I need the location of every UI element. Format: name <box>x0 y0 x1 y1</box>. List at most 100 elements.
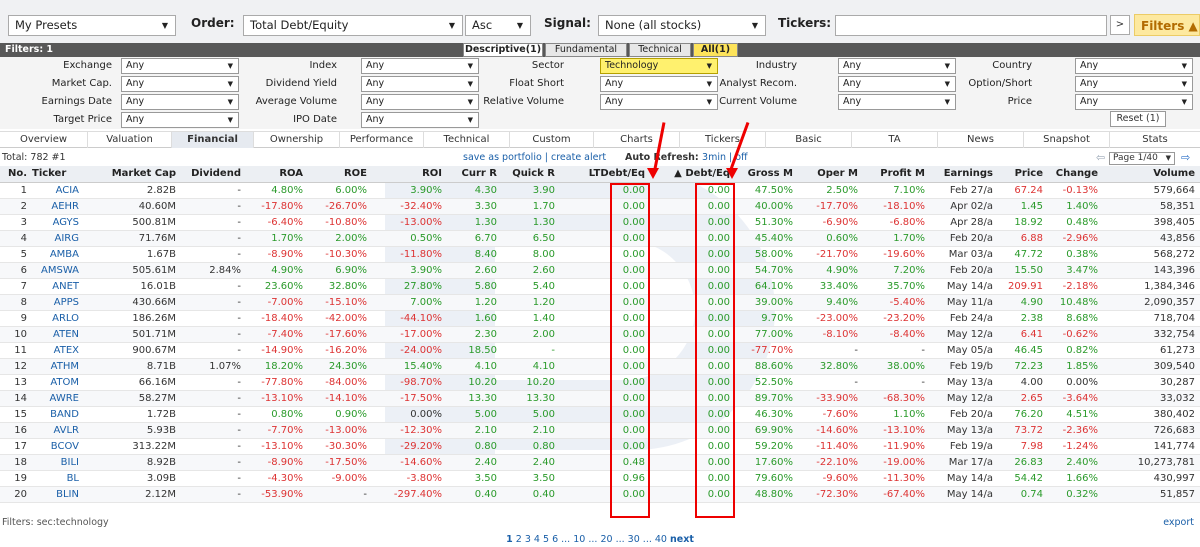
table-row[interactable]: 1 ACIA 2.82B -4.80% 6.00% 3.90% 4.30 3.90 0.00 0.… <box>0 182 1200 199</box>
filter-tab-fundamental[interactable]: Fundamental <box>545 43 627 57</box>
tab-overview[interactable]: Overview <box>0 132 88 148</box>
table-row[interactable]: 11 ATEX 900.67M - -14.90% -16.20% -24.00% 18.50… <box>0 342 1200 359</box>
table-row[interactable]: 3 AGYS 500.81M - -6.40% -10.80% -13.00% 1.30 1.3… <box>0 214 1200 231</box>
page-link[interactable]: 10 <box>573 534 585 545</box>
column-header-quick-r[interactable]: Quick R <box>502 166 560 183</box>
cell-ticker[interactable]: BL <box>32 470 84 487</box>
cell-ticker[interactable]: AEHR <box>32 198 84 215</box>
column-header-market-cap[interactable]: Market Cap <box>84 166 181 183</box>
tab-ownership[interactable]: Ownership <box>254 132 340 148</box>
table-row[interactable]: 20 BLIN 2.12M - -53.90% - -297.40% 0.40 0.40 0.00… <box>0 486 1200 503</box>
cell-ticker[interactable]: AGYS <box>32 214 84 231</box>
tab-tickers[interactable]: Tickers <box>680 132 766 148</box>
page-link[interactable]: 30 <box>628 534 640 545</box>
preset-select[interactable]: My Presets ▼ <box>8 15 176 36</box>
table-row[interactable]: 15 BAND 1.72B -0.80% 0.90% 0.00% 5.00 5.00 0.00 0… <box>0 406 1200 423</box>
table-row[interactable]: 4 AIRG 71.76M -1.70% 2.00% 0.50% 6.70 6.50 0.00 0… <box>0 230 1200 247</box>
cell-ticker[interactable]: ARLO <box>32 310 84 327</box>
page-link[interactable]: 2 <box>516 534 522 545</box>
next-page-icon[interactable]: ⇨ <box>1181 151 1190 164</box>
page-link[interactable]: 3 <box>525 534 531 545</box>
cell-ticker[interactable]: AIRG <box>32 230 84 247</box>
filter-market-cap-select[interactable]: Any ▼ <box>121 76 239 92</box>
column-header-roe[interactable]: ROE <box>308 166 372 183</box>
tab-technical[interactable]: Technical <box>424 132 510 148</box>
filter-target-price-select[interactable]: Any ▼ <box>121 112 239 128</box>
column-header-ticker[interactable]: Ticker <box>32 166 84 183</box>
go-button[interactable]: > <box>1110 15 1130 35</box>
tab-stats[interactable]: Stats <box>1110 132 1200 148</box>
cell-ticker[interactable]: BLIN <box>32 486 84 503</box>
tab-financial[interactable]: Financial <box>172 132 254 148</box>
column-header-no[interactable]: No. <box>0 166 32 183</box>
cell-ticker[interactable]: BAND <box>32 406 84 423</box>
prev-page-icon[interactable]: ⇦ <box>1096 151 1105 164</box>
cell-ticker[interactable]: APPS <box>32 294 84 311</box>
filter-option-short-select[interactable]: Any ▼ <box>1075 76 1193 92</box>
tab-basic[interactable]: Basic <box>766 132 852 148</box>
direction-select[interactable]: Asc ▼ <box>465 15 531 36</box>
table-row[interactable]: 10 ATEN 501.71M - -7.40% -17.60% -17.00% 2.30 2.… <box>0 326 1200 343</box>
filter-ipo-date-select[interactable]: Any ▼ <box>361 112 479 128</box>
cell-ticker[interactable]: ANET <box>32 278 84 295</box>
table-row[interactable]: 2 AEHR 40.60M - -17.80% -26.70% -32.40% 3.30 1.7… <box>0 198 1200 215</box>
cell-ticker[interactable]: ACIA <box>32 182 84 199</box>
column-header-roi[interactable]: ROI <box>372 166 447 183</box>
table-row[interactable]: 19 BL 3.09B - -4.30% -9.00% -3.80% 3.50 3.50 0.96… <box>0 470 1200 487</box>
save-alert-links[interactable]: save as portfolio | create alert <box>463 152 606 163</box>
column-header-dividend[interactable]: Dividend <box>181 166 246 183</box>
cell-ticker[interactable]: ATOM <box>32 374 84 391</box>
page-link[interactable]: 6 <box>552 534 558 545</box>
cell-ticker[interactable]: BCOV <box>32 438 84 455</box>
table-row[interactable]: 7 ANET 16.01B -23.60% 32.80% 27.80% 5.80 5.40 0.… <box>0 278 1200 295</box>
column-header-debt-eq[interactable]: ▲ Debt/Eq <box>650 166 735 183</box>
auto-refresh-options[interactable]: 3min | off <box>702 152 748 163</box>
column-header-gross-m[interactable]: Gross M <box>735 166 798 183</box>
reset-filters-button[interactable]: Reset (1) <box>1110 111 1166 127</box>
filter-country-select[interactable]: Any ▼ <box>1075 58 1193 74</box>
export-link[interactable]: export <box>1163 517 1194 528</box>
table-row[interactable]: 13 ATOM 66.16M - -77.80% -84.00% -98.70% 10.20 1… <box>0 374 1200 391</box>
table-row[interactable]: 5 AMBA 1.67B - -8.90% -10.30% -11.80% 8.40 8.00 0… <box>0 246 1200 263</box>
table-row[interactable]: 14 AWRE 58.27M - -13.10% -14.10% -17.50% 13.30 1… <box>0 390 1200 407</box>
tab-valuation[interactable]: Valuation <box>88 132 172 148</box>
order-select[interactable]: Total Debt/Equity ▼ <box>243 15 463 36</box>
tab-performance[interactable]: Performance <box>340 132 424 148</box>
filter-price-select[interactable]: Any ▼ <box>1075 94 1193 110</box>
table-row[interactable]: 12 ATHM 8.71B 1.07% 18.20% 24.30% 15.40% 4.10 4.… <box>0 358 1200 375</box>
table-row[interactable]: 18 BILI 8.92B - -8.90% -17.50% -14.60% 2.40 2.40… <box>0 454 1200 471</box>
cell-ticker[interactable]: AWRE <box>32 390 84 407</box>
cell-ticker[interactable]: AMSWA <box>32 262 84 279</box>
cell-ticker[interactable]: ATEN <box>32 326 84 343</box>
filter-tab-all[interactable]: All(1) <box>693 43 738 57</box>
page-link[interactable]: 1 <box>506 534 513 545</box>
cell-ticker[interactable]: AMBA <box>32 246 84 263</box>
filter-tab-technical[interactable]: Technical <box>629 43 691 57</box>
column-header-roa[interactable]: ROA <box>246 166 308 183</box>
tab-snapshot[interactable]: Snapshot <box>1024 132 1110 148</box>
tab-news[interactable]: News <box>938 132 1024 148</box>
filters-toggle-button[interactable]: Filters ▲ <box>1134 14 1200 36</box>
column-header-curr-r[interactable]: Curr R <box>447 166 502 183</box>
filter-tab-descriptive[interactable]: Descriptive(1) <box>463 43 543 57</box>
column-header-volume[interactable]: Volume <box>1103 166 1200 183</box>
cell-ticker[interactable]: ATHM <box>32 358 84 375</box>
column-header-earnings[interactable]: Earnings <box>930 166 998 183</box>
filter-earnings-date-select[interactable]: Any ▼ <box>121 94 239 110</box>
table-row[interactable]: 16 AVLR 5.93B - -7.70% -13.00% -12.30% 2.10 2.10… <box>0 422 1200 439</box>
tab-charts[interactable]: Charts <box>594 132 680 148</box>
next-page-link[interactable]: next <box>670 534 694 545</box>
page-link[interactable]: 20 <box>600 534 612 545</box>
cell-ticker[interactable]: AVLR <box>32 422 84 439</box>
tickers-input[interactable] <box>835 15 1107 36</box>
cell-ticker[interactable]: ATEX <box>32 342 84 359</box>
column-header-change[interactable]: Change <box>1048 166 1103 183</box>
signal-select[interactable]: None (all stocks) ▼ <box>598 15 766 36</box>
column-header-ltdebt-eq[interactable]: LTDebt/Eq <box>560 166 650 183</box>
table-row[interactable]: 6 AMSWA 505.61M 2.84% 4.90% 6.90% 3.90% 2.60 2.6… <box>0 262 1200 279</box>
table-row[interactable]: 8 APPS 430.66M - -7.00% -15.10% 7.00% 1.20 1.20 0… <box>0 294 1200 311</box>
column-header-price[interactable]: Price <box>998 166 1048 183</box>
page-link[interactable]: 40 <box>655 534 667 545</box>
table-row[interactable]: 17 BCOV 313.22M - -13.10% -30.30% -29.20% 0.80 0… <box>0 438 1200 455</box>
table-row[interactable]: 9 ARLO 186.26M - -18.40% -42.00% -44.10% 1.60 1.… <box>0 310 1200 327</box>
